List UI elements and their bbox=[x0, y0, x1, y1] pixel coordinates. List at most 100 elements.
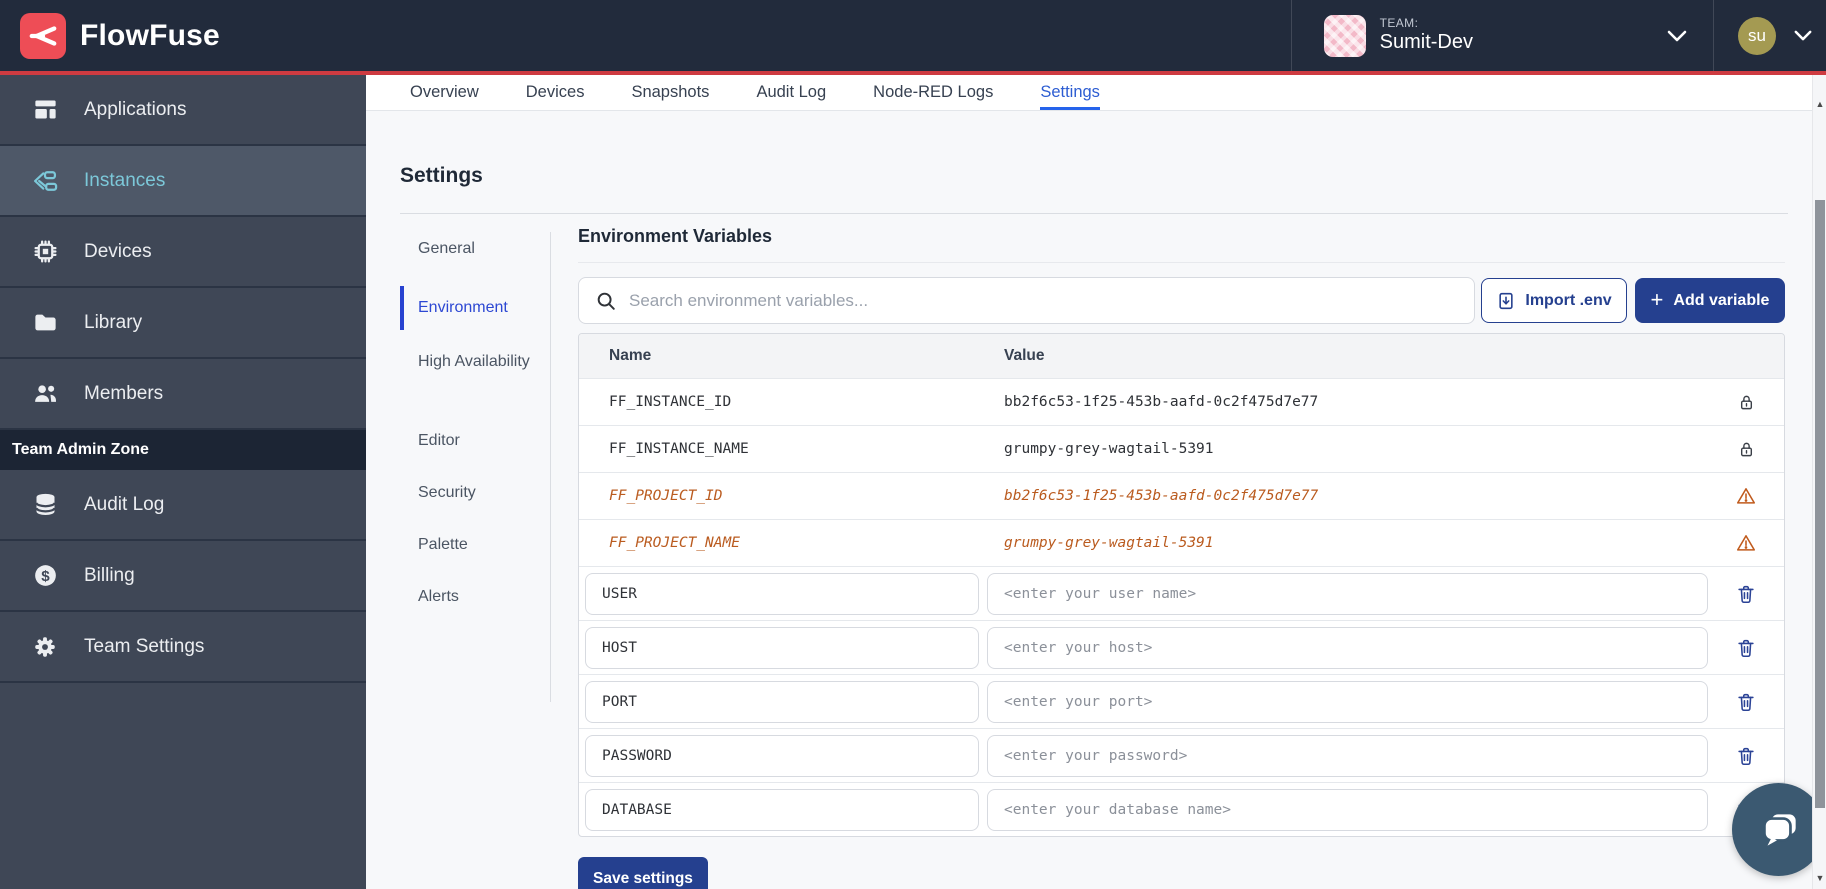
env-var-name-input[interactable] bbox=[585, 627, 979, 669]
env-var-name-input[interactable] bbox=[585, 735, 979, 777]
chevron-down-icon bbox=[1667, 30, 1687, 42]
chevron-down-icon bbox=[1794, 30, 1812, 41]
trash-icon bbox=[1735, 691, 1757, 713]
subnav-item-security[interactable]: Security bbox=[400, 478, 552, 508]
table-row: FF_INSTANCE_ID bb2f6c53-1f25-453b-aafd-0… bbox=[579, 378, 1784, 425]
search-input[interactable] bbox=[629, 291, 1474, 311]
table-row: FF_INSTANCE_NAME grumpy-grey-wagtail-539… bbox=[579, 425, 1784, 472]
flowfuse-app: FlowFuse TEAM: Sumit-Dev su Applications bbox=[0, 0, 1826, 889]
tab-node-red-logs[interactable]: Node-RED Logs bbox=[873, 75, 993, 110]
flowfuse-logo-icon bbox=[20, 13, 66, 59]
tab-settings[interactable]: Settings bbox=[1040, 75, 1100, 110]
env-var-value: grumpy-grey-wagtail-5391 bbox=[1004, 535, 1708, 551]
sidebar-item-applications[interactable]: Applications bbox=[0, 75, 366, 146]
table-row-deprecated: FF_PROJECT_NAME grumpy-grey-wagtail-5391 bbox=[579, 519, 1784, 566]
scrollbar-thumb[interactable] bbox=[1815, 200, 1825, 808]
sidebar-item-billing[interactable]: $ Billing bbox=[0, 541, 366, 612]
import-env-button[interactable]: Import .env bbox=[1481, 278, 1627, 323]
env-search bbox=[578, 277, 1475, 324]
import-env-label: Import .env bbox=[1525, 292, 1611, 310]
env-var-value: bb2f6c53-1f25-453b-aafd-0c2f475d7e77 bbox=[1004, 488, 1708, 504]
chat-icon bbox=[1754, 805, 1804, 855]
sidebar-item-label: Members bbox=[84, 383, 163, 405]
tab-overview[interactable]: Overview bbox=[410, 75, 479, 110]
add-variable-button[interactable]: + Add variable bbox=[1635, 278, 1785, 323]
app-header: FlowFuse TEAM: Sumit-Dev su bbox=[0, 0, 1826, 75]
table-row-deprecated: FF_PROJECT_ID bb2f6c53-1f25-453b-aafd-0c… bbox=[579, 472, 1784, 519]
applications-icon bbox=[30, 95, 60, 125]
env-var-name-input[interactable] bbox=[585, 681, 979, 723]
svg-text:$: $ bbox=[41, 568, 50, 585]
trash-icon bbox=[1735, 745, 1757, 767]
instances-icon bbox=[30, 166, 60, 196]
trash-icon bbox=[1735, 583, 1757, 605]
env-var-value-input[interactable] bbox=[987, 627, 1708, 669]
search-icon bbox=[595, 290, 617, 312]
vertical-scrollbar[interactable]: ▲ ▼ bbox=[1812, 75, 1826, 889]
team-settings-icon bbox=[30, 632, 60, 662]
delete-variable-button[interactable] bbox=[1708, 745, 1784, 767]
env-variables-heading: Environment Variables bbox=[578, 226, 772, 247]
sidebar-item-members[interactable]: Members bbox=[0, 359, 366, 430]
team-label: TEAM: bbox=[1380, 17, 1473, 31]
user-menu[interactable]: su bbox=[1713, 0, 1826, 71]
env-var-name: FF_INSTANCE_NAME bbox=[579, 441, 1004, 457]
tab-snapshots[interactable]: Snapshots bbox=[631, 75, 709, 110]
warning-icon bbox=[1708, 485, 1784, 507]
env-var-name: FF_INSTANCE_ID bbox=[579, 394, 1004, 410]
library-icon bbox=[30, 308, 60, 338]
settings-subnav: General Environment High Availability Ed… bbox=[400, 234, 552, 634]
subnav-item-alerts[interactable]: Alerts bbox=[400, 582, 552, 612]
sidebar-item-devices[interactable]: Devices bbox=[0, 217, 366, 288]
env-var-name: FF_PROJECT_NAME bbox=[579, 535, 1004, 551]
delete-variable-button[interactable] bbox=[1708, 637, 1784, 659]
sidebar-item-label: Team Settings bbox=[84, 636, 204, 658]
delete-variable-button[interactable] bbox=[1708, 583, 1784, 605]
sidebar-section-team-admin-zone: Team Admin Zone bbox=[0, 430, 366, 470]
sidebar-item-audit-log[interactable]: Audit Log bbox=[0, 470, 366, 541]
scroll-down-arrow[interactable]: ▼ bbox=[1813, 871, 1826, 885]
members-icon bbox=[30, 379, 60, 409]
billing-icon: $ bbox=[30, 561, 60, 591]
env-heading-divider bbox=[578, 262, 1785, 263]
env-var-value-input[interactable] bbox=[987, 735, 1708, 777]
instance-tabbar: Overview Devices Snapshots Audit Log Nod… bbox=[366, 75, 1826, 111]
sidebar-item-label: Audit Log bbox=[84, 494, 164, 516]
tab-devices[interactable]: Devices bbox=[526, 75, 585, 110]
trash-icon bbox=[1735, 637, 1757, 659]
team-selector[interactable]: TEAM: Sumit-Dev bbox=[1291, 0, 1713, 71]
save-settings-button[interactable]: Save settings bbox=[578, 857, 708, 889]
brand-name: FlowFuse bbox=[80, 19, 220, 53]
table-row-editable bbox=[579, 566, 1784, 620]
team-text: TEAM: Sumit-Dev bbox=[1380, 17, 1473, 54]
env-var-name-input[interactable] bbox=[585, 573, 979, 615]
sidebar-item-label: Devices bbox=[84, 241, 152, 263]
env-var-value: grumpy-grey-wagtail-5391 bbox=[1004, 441, 1708, 457]
sidebar-item-instances[interactable]: Instances bbox=[0, 146, 366, 217]
audit-log-icon bbox=[30, 490, 60, 520]
env-var-value-input[interactable] bbox=[987, 681, 1708, 723]
delete-variable-button[interactable] bbox=[1708, 691, 1784, 713]
sidebar-item-label: Instances bbox=[84, 170, 165, 192]
subnav-item-environment[interactable]: Environment bbox=[400, 286, 552, 330]
sidebar-item-label: Billing bbox=[84, 565, 135, 587]
sidebar-item-library[interactable]: Library bbox=[0, 288, 366, 359]
env-var-value-input[interactable] bbox=[987, 789, 1708, 831]
lock-icon bbox=[1708, 392, 1784, 413]
env-var-value: bb2f6c53-1f25-453b-aafd-0c2f475d7e77 bbox=[1004, 394, 1708, 410]
devices-icon bbox=[30, 237, 60, 267]
column-header-value: Value bbox=[1004, 347, 1784, 365]
scroll-up-arrow[interactable]: ▲ bbox=[1813, 97, 1826, 111]
env-var-value-input[interactable] bbox=[987, 573, 1708, 615]
subnav-item-high-availability[interactable]: High Availability bbox=[400, 348, 552, 406]
sidebar-item-label: Library bbox=[84, 312, 142, 334]
env-var-name-input[interactable] bbox=[585, 789, 979, 831]
subnav-item-general[interactable]: General bbox=[400, 234, 552, 264]
table-header-row: Name Value bbox=[579, 334, 1784, 378]
tab-audit-log[interactable]: Audit Log bbox=[756, 75, 826, 110]
subnav-item-editor[interactable]: Editor bbox=[400, 426, 552, 456]
team-name: Sumit-Dev bbox=[1380, 31, 1473, 54]
subnav-item-palette[interactable]: Palette bbox=[400, 530, 552, 560]
sidebar-item-team-settings[interactable]: Team Settings bbox=[0, 612, 366, 683]
flowfuse-logo[interactable]: FlowFuse bbox=[0, 13, 220, 59]
